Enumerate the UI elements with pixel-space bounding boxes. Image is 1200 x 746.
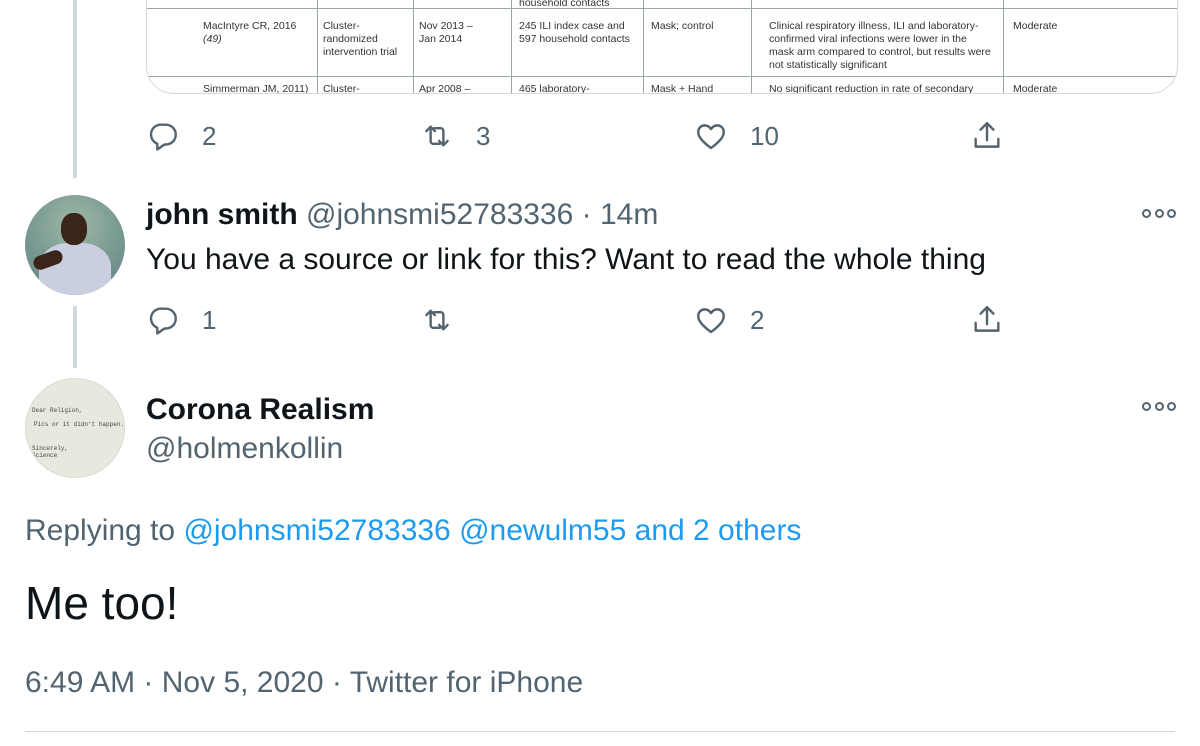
avatar-note: Sincerely, xyxy=(32,445,69,452)
table-cell-outcome: No significant reduction in rate of seco… xyxy=(769,83,974,94)
share-icon xyxy=(970,119,1004,153)
tweet-source[interactable]: Twitter for iPhone xyxy=(350,666,583,699)
table-cell-ref: (49) xyxy=(203,33,222,45)
table-cell-line: 245 ILI index case and xyxy=(519,20,625,32)
table-cell-line: Jan 2014 xyxy=(419,33,463,45)
table-cell-line: Nov 2013 – xyxy=(419,20,473,32)
avatar-note: Pics or it didn't happen. xyxy=(34,421,125,428)
user-handle[interactable]: @johnsmi52783336 xyxy=(306,198,573,231)
tweet-header: john smith @johnsmi52783336 · 14m xyxy=(146,198,658,232)
table-cell-dates: Apr 2008 – xyxy=(419,83,471,94)
more-icon xyxy=(1154,401,1164,411)
table-divider xyxy=(317,0,318,93)
table-cell-outcome: Clinical respiratory illness, ILI and la… xyxy=(769,20,991,72)
table-cell-population: 465 laboratory- xyxy=(519,83,590,94)
table-divider xyxy=(147,76,1177,77)
share-button[interactable] xyxy=(970,116,1004,156)
tweet-actions: 2 3 10 xyxy=(146,116,1016,156)
heart-icon xyxy=(694,303,728,337)
table-cell-design: Cluster- randomized intervention trial xyxy=(323,20,397,59)
divider xyxy=(25,731,1175,732)
more-icon xyxy=(1167,401,1176,411)
reply-button[interactable]: 2 xyxy=(146,116,216,156)
table-cell-line: randomized xyxy=(323,33,378,45)
table-cell-line: mask arm compared to control, but result… xyxy=(769,46,991,58)
table-cell-design: Cluster- xyxy=(323,83,360,94)
replying-label: Replying to xyxy=(25,514,176,547)
table-cell-line: Cluster- xyxy=(323,20,360,32)
tweet-actions: 1 2 xyxy=(146,300,1016,340)
user-handle[interactable]: @holmenkollin xyxy=(146,432,343,466)
avatar[interactable]: Dear Religion, Pics or it didn't happen.… xyxy=(25,378,125,478)
tweet-time[interactable]: 6:49 AM xyxy=(25,666,135,699)
study-table: household contacts MacIntyre CR, 2016 (4… xyxy=(147,0,1177,93)
tweet-meta: 6:49 AM · Nov 5, 2020 · Twitter for iPho… xyxy=(25,666,583,700)
retweet-count: 3 xyxy=(476,120,491,151)
mention-link[interactable]: @johnsmi52783336 xyxy=(183,514,450,547)
table-cell-line: 597 household contacts xyxy=(519,33,630,45)
separator: · xyxy=(581,198,592,231)
avatar-figure xyxy=(61,213,87,245)
mention-link[interactable]: @newulm55 xyxy=(459,514,626,547)
like-button[interactable]: 10 xyxy=(694,116,779,156)
reply-button[interactable]: 1 xyxy=(146,300,216,340)
tweet-text: You have a source or link for this? Want… xyxy=(146,243,986,276)
embedded-table-image[interactable]: household contacts MacIntyre CR, 2016 (4… xyxy=(146,0,1178,94)
table-cell-line: intervention trial xyxy=(323,46,398,58)
thread-line xyxy=(73,0,77,178)
table-cell-line: confirmed viral infections were lower in… xyxy=(769,33,967,45)
table-cell-intervention: Mask; control xyxy=(651,20,714,32)
others-link[interactable]: and 2 others xyxy=(635,514,802,547)
more-icon xyxy=(1142,208,1151,218)
more-icon xyxy=(1154,208,1164,218)
table-cell: MacIntyre CR, 2016 (49) xyxy=(203,20,296,46)
heart-icon xyxy=(694,119,728,153)
retweet-button[interactable]: 3 xyxy=(420,116,490,156)
retweet-button[interactable] xyxy=(420,300,454,340)
table-divider xyxy=(413,0,414,93)
retweet-icon xyxy=(420,303,454,337)
avatar-note: Science xyxy=(32,452,58,459)
replying-to: Replying to @johnsmi52783336 @newulm55 a… xyxy=(25,514,801,548)
table-cell-intervention: Mask + Hand xyxy=(651,83,714,94)
reply-icon xyxy=(146,119,180,153)
table-divider xyxy=(147,8,1177,9)
table-cell-quality: Moderate xyxy=(1013,20,1058,32)
display-name[interactable]: john smith xyxy=(146,198,298,231)
reply-count: 2 xyxy=(202,120,217,151)
tweet-text: Me too! xyxy=(25,577,179,629)
like-count: 10 xyxy=(750,120,779,151)
like-button[interactable]: 2 xyxy=(694,300,764,340)
table-cell-line: not statistically significant xyxy=(769,59,887,71)
separator: · xyxy=(331,666,342,699)
tweet-date[interactable]: Nov 5, 2020 xyxy=(162,666,324,699)
table-cell-population: 245 ILI index case and 597 household con… xyxy=(519,20,630,46)
reply-icon xyxy=(146,303,180,337)
avatar[interactable] xyxy=(25,195,125,295)
table-divider xyxy=(511,0,512,93)
avatar-note: Dear Religion, xyxy=(32,407,83,414)
more-button[interactable] xyxy=(1142,206,1176,220)
tweet-time[interactable]: 14m xyxy=(600,198,658,231)
table-divider xyxy=(643,0,644,93)
table-cell: household contacts xyxy=(519,0,610,9)
table-cell-quality: Moderate xyxy=(1013,83,1058,94)
separator: · xyxy=(143,666,154,699)
like-count: 2 xyxy=(750,304,765,335)
retweet-icon xyxy=(420,119,454,153)
display-name[interactable]: Corona Realism xyxy=(146,393,374,427)
table-cell-line: Clinical respiratory illness, ILI and la… xyxy=(769,20,979,32)
table-cell-dates: Nov 2013 – Jan 2014 xyxy=(419,20,473,46)
table-divider xyxy=(1003,0,1004,93)
table-cell-study: Simmerman JM, 2011) xyxy=(203,83,309,94)
more-icon xyxy=(1167,208,1176,218)
table-divider xyxy=(751,0,752,93)
more-button[interactable] xyxy=(1142,399,1176,413)
thread-line xyxy=(73,306,77,368)
table-cell-study: MacIntyre CR, 2016 xyxy=(203,20,297,32)
share-icon xyxy=(970,303,1004,337)
more-icon xyxy=(1142,401,1151,411)
share-button[interactable] xyxy=(970,300,1004,340)
reply-count: 1 xyxy=(202,304,217,335)
